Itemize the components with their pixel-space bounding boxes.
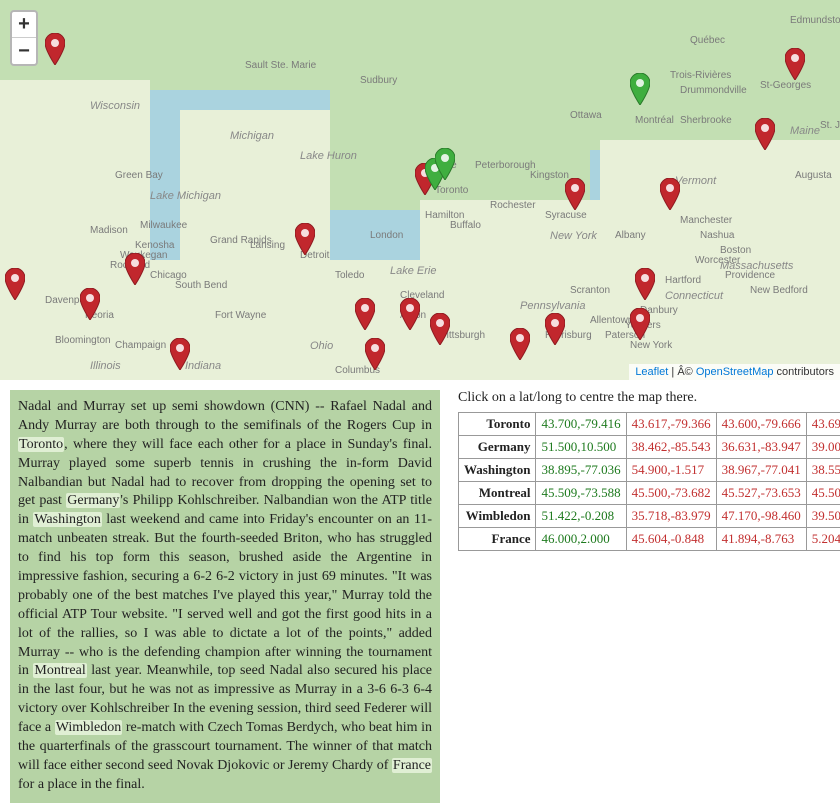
table-hint: Click on a lat/long to centre the map th…	[458, 390, 840, 406]
place-washington[interactable]: Washington	[33, 512, 102, 527]
candidate-coord-cell[interactable]: 38.462,-85.543	[626, 436, 716, 459]
candidate-coord-cell[interactable]: 43.600,-79.666	[716, 413, 806, 436]
coordinates-table: Toronto43.700,-79.41643.617,-79.36643.60…	[458, 412, 840, 551]
zoom-in-button[interactable]: +	[12, 12, 36, 38]
table-row: France46.000,2.00045.604,-0.84841.894,-8…	[459, 528, 840, 551]
map-container[interactable]: + − WisconsinMichiganLake HuronLake Mich…	[0, 0, 840, 380]
red-marker-icon[interactable]	[630, 308, 650, 340]
red-marker-icon[interactable]	[295, 223, 315, 255]
red-marker-icon[interactable]	[170, 338, 190, 370]
place-cell: Montreal	[459, 482, 536, 505]
place-toronto[interactable]: Toronto	[18, 437, 64, 452]
candidate-coord-cell[interactable]: 38.967,-77.041	[716, 459, 806, 482]
best-coord-cell[interactable]: 45.509,-73.588	[536, 482, 626, 505]
candidate-coord-cell[interactable]: 39.509,-76	[806, 505, 840, 528]
place-cell: Wimbledon	[459, 505, 536, 528]
green-marker-icon[interactable]	[435, 148, 455, 180]
zoom-control: + −	[10, 10, 38, 66]
candidate-coord-cell[interactable]: 5.204,-3.73	[806, 528, 840, 551]
place-france[interactable]: France	[392, 758, 432, 773]
osm-link[interactable]: OpenStreetMap	[696, 366, 774, 378]
best-coord-cell[interactable]: 51.500,10.500	[536, 436, 626, 459]
place-cell: Toronto	[459, 413, 536, 436]
candidate-coord-cell[interactable]: 38.558,-91	[806, 459, 840, 482]
red-marker-icon[interactable]	[400, 298, 420, 330]
map-attribution: Leaflet | Â© OpenStreetMap contributors	[629, 364, 840, 380]
leaflet-link[interactable]: Leaflet	[635, 366, 668, 378]
red-marker-icon[interactable]	[365, 338, 385, 370]
red-marker-icon[interactable]	[355, 298, 375, 330]
candidate-coord-cell[interactable]: 45.604,-0.848	[626, 528, 716, 551]
candidate-coord-cell[interactable]: 35.718,-83.979	[626, 505, 716, 528]
table-row: Germany51.500,10.50038.462,-85.54336.631…	[459, 436, 840, 459]
candidate-coord-cell[interactable]: 45.500,-73.682	[626, 482, 716, 505]
candidate-coord-cell[interactable]: 43.697,-79	[806, 413, 840, 436]
best-coord-cell[interactable]: 43.700,-79.416	[536, 413, 626, 436]
table-row: Washington38.895,-77.03654.900,-1.51738.…	[459, 459, 840, 482]
candidate-coord-cell[interactable]: 47.170,-98.460	[716, 505, 806, 528]
candidate-coord-cell[interactable]: 39.003,-82	[806, 436, 840, 459]
red-marker-icon[interactable]	[430, 313, 450, 345]
red-marker-icon[interactable]	[785, 48, 805, 80]
candidate-coord-cell[interactable]: 36.631,-83.947	[716, 436, 806, 459]
table-row: Toronto43.700,-79.41643.617,-79.36643.60…	[459, 413, 840, 436]
red-marker-icon[interactable]	[125, 253, 145, 285]
candidate-coord-cell[interactable]: 43.617,-79.366	[626, 413, 716, 436]
zoom-out-button[interactable]: −	[12, 38, 36, 64]
red-marker-icon[interactable]	[755, 118, 775, 150]
best-coord-cell[interactable]: 51.422,-0.208	[536, 505, 626, 528]
article-panel: Nadal and Murray set up semi showdown (C…	[10, 390, 440, 803]
place-cell: Germany	[459, 436, 536, 459]
map-label: London	[370, 230, 403, 241]
red-marker-icon[interactable]	[635, 268, 655, 300]
place-wimbledon[interactable]: Wimbledon	[55, 720, 123, 735]
place-germany[interactable]: Germany	[66, 493, 120, 508]
place-cell: France	[459, 528, 536, 551]
candidate-coord-cell[interactable]: 41.894,-8.763	[716, 528, 806, 551]
red-marker-icon[interactable]	[545, 313, 565, 345]
best-coord-cell[interactable]: 46.000,2.000	[536, 528, 626, 551]
red-marker-icon[interactable]	[565, 178, 585, 210]
red-marker-icon[interactable]	[660, 178, 680, 210]
candidate-coord-cell[interactable]: 45.505,-73	[806, 482, 840, 505]
candidate-coord-cell[interactable]: 54.900,-1.517	[626, 459, 716, 482]
red-marker-icon[interactable]	[510, 328, 530, 360]
candidate-coord-cell[interactable]: 45.527,-73.653	[716, 482, 806, 505]
place-montreal[interactable]: Montreal	[33, 663, 86, 678]
place-cell: Washington	[459, 459, 536, 482]
table-row: Montreal45.509,-73.58845.500,-73.68245.5…	[459, 482, 840, 505]
red-marker-icon[interactable]	[5, 268, 25, 300]
red-marker-icon[interactable]	[80, 288, 100, 320]
best-coord-cell[interactable]: 38.895,-77.036	[536, 459, 626, 482]
table-row: Wimbledon51.422,-0.20835.718,-83.97947.1…	[459, 505, 840, 528]
red-marker-icon[interactable]	[45, 33, 65, 65]
green-marker-icon[interactable]	[630, 73, 650, 105]
